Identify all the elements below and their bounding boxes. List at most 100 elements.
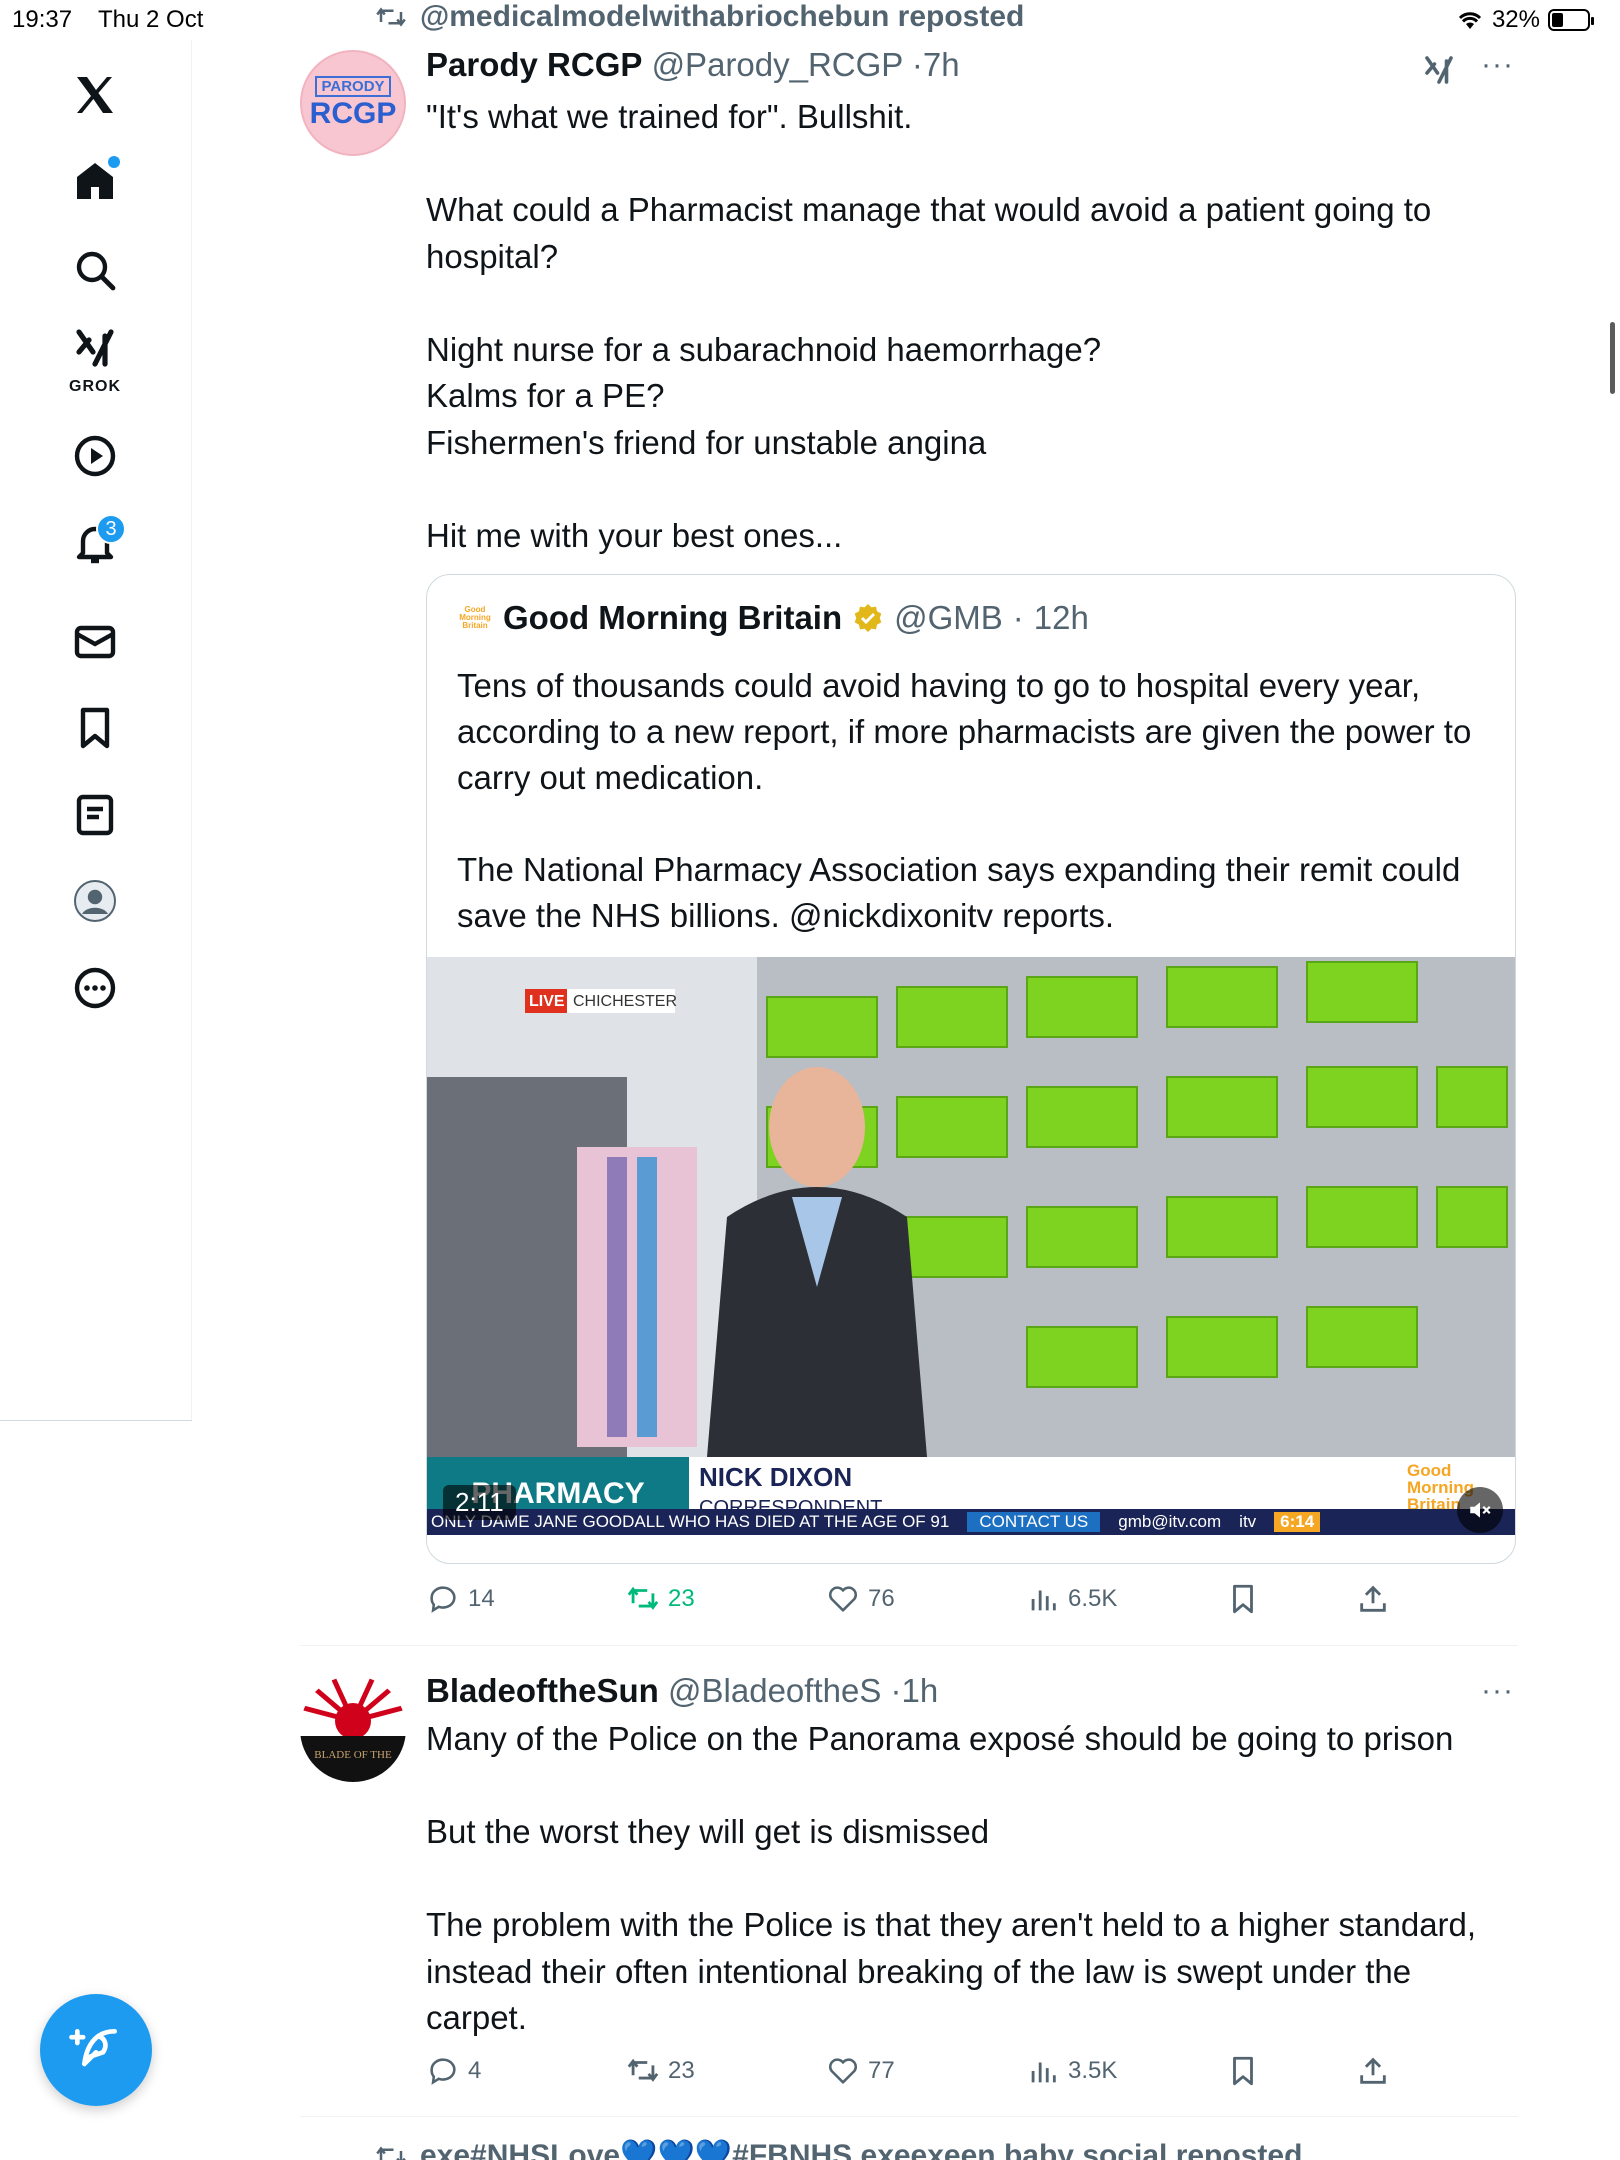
repost-icon [627, 2058, 659, 2082]
lists-icon[interactable] [60, 780, 130, 850]
reply-button[interactable]: 14 [426, 1582, 495, 1616]
text-paragraph: Many of the Police on the Panorama expos… [426, 1720, 1454, 1757]
live-tag: LIVE [529, 993, 565, 1010]
video-frame [427, 957, 1515, 1535]
reply-icon [430, 2058, 456, 2085]
heart-icon [828, 1586, 858, 1612]
quoted-post[interactable]: Good Morning Britain Good Morning Britain … [426, 574, 1516, 1564]
post-header: Parody RCGP @Parody_RCGP ·7h [426, 46, 960, 83]
gmb-logo: Good Morning Britain [457, 600, 493, 636]
more-options-icon[interactable]: ··· [1481, 1674, 1514, 1708]
video-play-icon[interactable] [60, 421, 130, 491]
grok-explain-icon[interactable] [1420, 52, 1458, 88]
repost-button[interactable]: 23 [626, 2054, 695, 2088]
share-icon [1360, 2057, 1386, 2084]
compose-feather-icon [69, 2029, 117, 2067]
post-divider [300, 2116, 1518, 2117]
grok-icon[interactable]: GROK [60, 320, 130, 395]
reply-count: 4 [468, 2057, 482, 2084]
views-button[interactable]: 6.5K [1026, 1582, 1117, 1616]
post-actions: 14 23 76 6.5K [426, 1582, 1506, 1632]
text-paragraph [426, 141, 1506, 188]
mail-icon[interactable] [60, 607, 130, 677]
heart-icon [828, 2058, 858, 2084]
post-bladeofthesun[interactable]: BLADE OF THE BladeoftheSun @BladeoftheS … [300, 1646, 1518, 2117]
speaker-muted-icon [1470, 1502, 1491, 1518]
avatar-parody-label: PARODY [315, 75, 391, 97]
text-paragraph: The problem with the Police is that they… [426, 1906, 1477, 2036]
author-handle[interactable]: @BladeoftheS [668, 1672, 881, 1709]
author-handle[interactable]: @Parody_RCGP [652, 46, 903, 83]
battery-fill [1552, 13, 1563, 27]
avatar-rcgp-label: RCGP [309, 96, 397, 130]
text-paragraph [457, 801, 1497, 847]
presenter-name: NICK DIXON [699, 1462, 853, 1492]
repost-by-text: @medicalmodelwithabriochebun reposted [420, 0, 1025, 33]
text-paragraph [426, 1856, 1506, 1903]
next-repost-indicator: exe#NHSLove💙💙💙#FBNHS exeexeen baby socia… [376, 2138, 1302, 2160]
views-button[interactable]: 3.5K [1026, 2054, 1117, 2088]
avatar[interactable]: BLADE OF THE [300, 1676, 406, 1782]
status-time: 19:37 [12, 6, 73, 33]
home-icon[interactable] [60, 146, 130, 216]
profile-avatar-icon[interactable] [60, 866, 130, 936]
ticker-itv: itv [1239, 1512, 1257, 1531]
sidebar: GROK 3 [0, 40, 192, 1421]
post-parody-rcgp[interactable]: @medicalmodelwithabriochebun reposted PA… [300, 0, 1518, 1646]
quote-header: Good Morning Britain Good Morning Britain … [457, 599, 1089, 637]
repost-icon [376, 7, 406, 27]
views-chart-icon [1031, 2062, 1056, 2083]
share-button[interactable] [1356, 2054, 1390, 2088]
quote-author-handle[interactable]: @GMB [894, 599, 1003, 637]
more-options-icon[interactable]: ··· [1481, 48, 1514, 82]
post-actions: 4 23 77 3.5K [426, 2054, 1506, 2104]
like-button[interactable]: 76 [826, 1582, 895, 1616]
mute-button[interactable] [1457, 1487, 1503, 1533]
bookmark-button[interactable] [1226, 1582, 1260, 1616]
post-time: 1h [901, 1672, 939, 1709]
bookmark-button[interactable] [1226, 2054, 1260, 2088]
text-paragraph [426, 466, 1506, 513]
author-name[interactable]: BladeoftheSun [426, 1672, 659, 1709]
battery-icon [1548, 9, 1594, 31]
bookmark-icon [1233, 2056, 1253, 2086]
text-paragraph: Kalms for a PE? [426, 377, 665, 414]
quote-time: 12h [1033, 599, 1089, 636]
text-paragraph: Hit me with your best ones... [426, 516, 843, 554]
quote-author-name[interactable]: Good Morning Britain [503, 599, 842, 637]
notification-badge: 3 [96, 514, 126, 544]
ticker-email: gmb@itv.com [1118, 1512, 1222, 1531]
post-time: 7h [922, 46, 960, 83]
reply-button[interactable]: 4 [426, 2054, 481, 2088]
bell-icon[interactable]: 3 [60, 508, 130, 578]
text-paragraph: What could a Pharmacist manage that woul… [426, 191, 1432, 275]
bookmark-icon[interactable] [60, 693, 130, 763]
share-button[interactable] [1356, 1582, 1390, 1616]
avatar[interactable]: PARODY RCGP [300, 50, 406, 156]
reply-icon [430, 1586, 456, 1613]
like-count: 77 [868, 2057, 895, 2084]
share-icon [1360, 1585, 1386, 1612]
text-paragraph: The National Pharmacy Association says e… [457, 851, 1461, 934]
avatar-rising-sun-image: BLADE OF THE [300, 1676, 406, 1782]
post-header: BladeoftheSun @BladeoftheS ·1h [426, 1672, 939, 1709]
more-circle-icon[interactable] [60, 953, 130, 1023]
video-player[interactable]: LIVE CHICHESTER PHARMACY SERVICES NICK D… [427, 957, 1515, 1535]
scrollbar[interactable] [1610, 322, 1615, 394]
text-paragraph [426, 280, 1506, 327]
views-count: 3.5K [1068, 2057, 1118, 2084]
verified-badge-icon [854, 604, 882, 632]
text-paragraph: But the worst they will get is dismissed [426, 1813, 990, 1850]
compose-button[interactable] [40, 1994, 152, 2106]
like-button[interactable]: 77 [826, 2054, 895, 2088]
home-notification-dot [108, 156, 120, 168]
news-ticker: ONLY DAME JANE GOODALL WHO HAS DIED AT T… [427, 1509, 1515, 1535]
search-icon[interactable] [60, 235, 130, 305]
x-logo-icon[interactable] [60, 60, 130, 130]
author-name[interactable]: Parody RCGP [426, 46, 642, 83]
like-count: 76 [868, 1585, 895, 1612]
views-chart-icon [1031, 1590, 1056, 1611]
ticker-clock: 6:14 [1274, 1512, 1321, 1532]
grok-label: GROK [69, 378, 121, 395]
repost-button[interactable]: 23 [626, 1582, 695, 1616]
